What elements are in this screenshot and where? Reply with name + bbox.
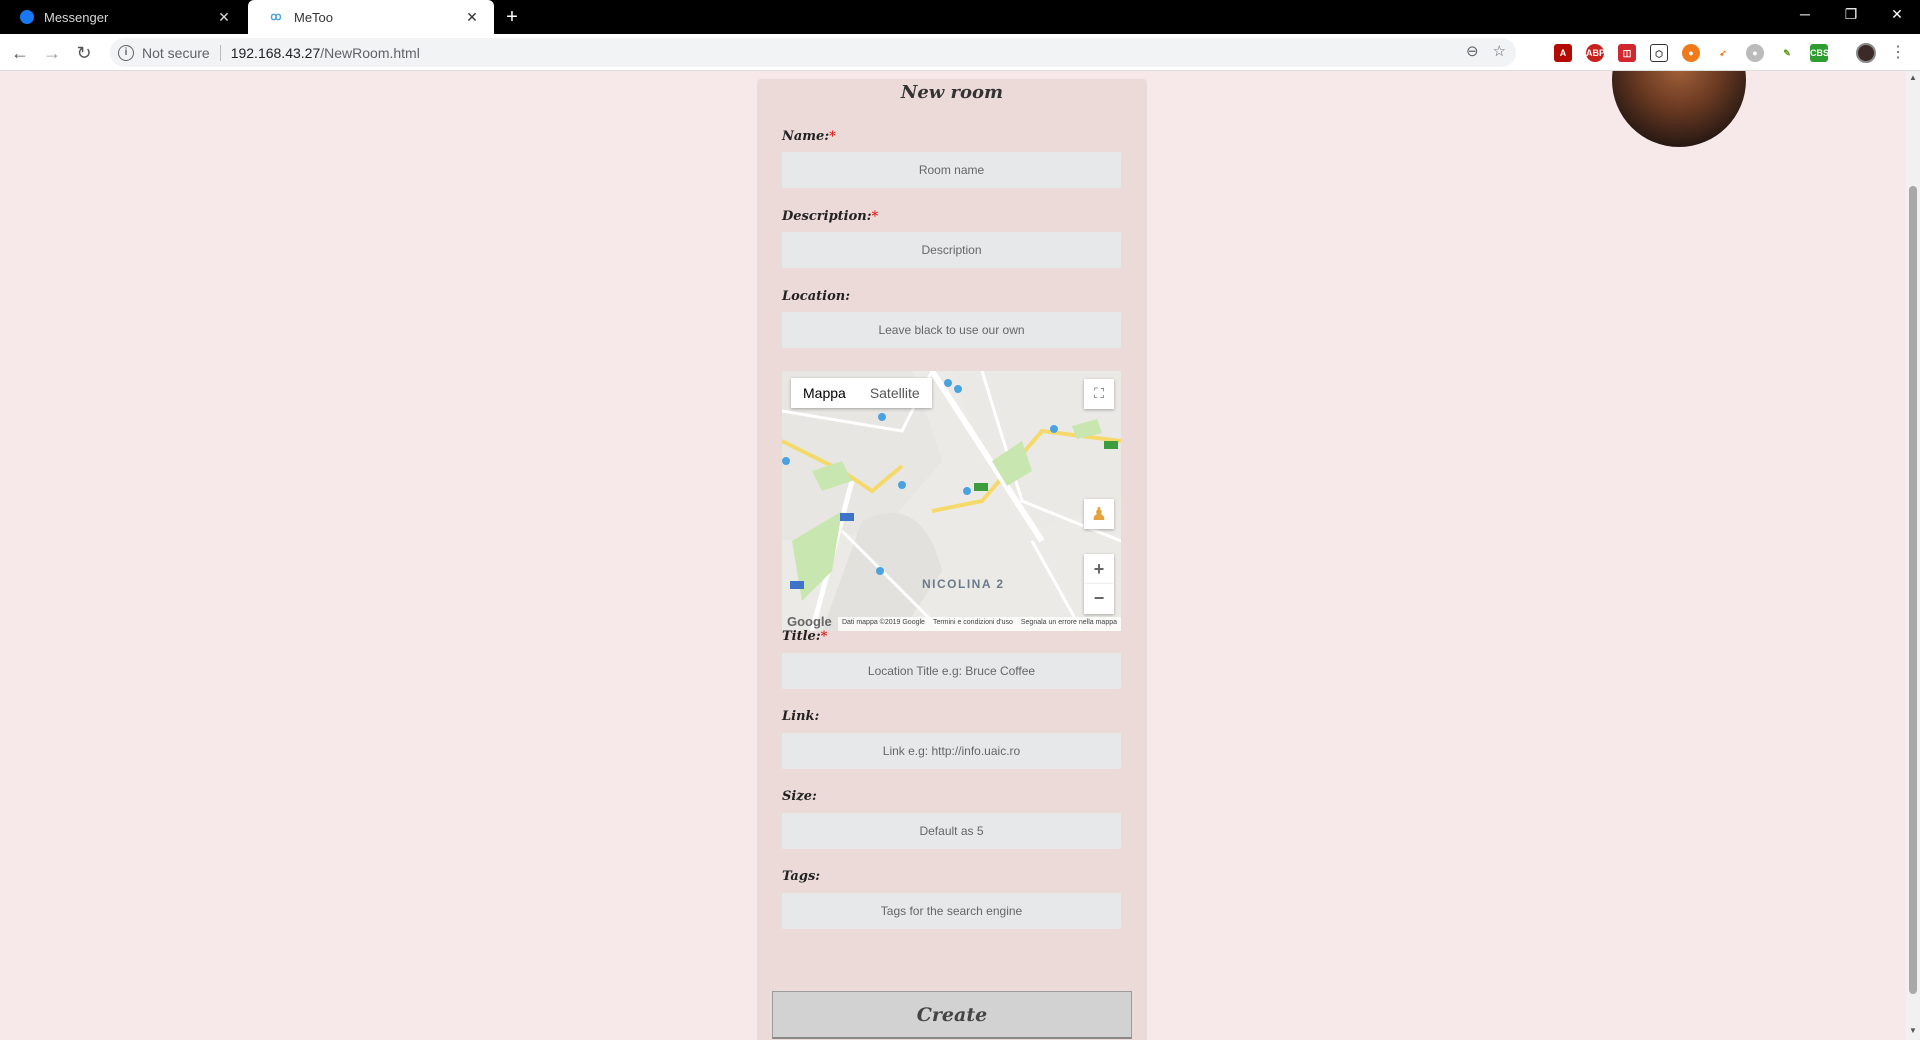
cbs-extension-icon[interactable]: CBS — [1810, 44, 1829, 62]
tab-messenger[interactable]: Messenger ✕ — [0, 0, 246, 34]
user-avatar[interactable] — [1612, 71, 1746, 147]
link-label: Link: — [782, 709, 820, 724]
room-name-input[interactable] — [782, 152, 1121, 188]
size-input[interactable] — [782, 813, 1121, 849]
tags-input[interactable] — [782, 893, 1121, 929]
page-title: New room — [900, 82, 1004, 103]
map-tiles — [782, 371, 1121, 631]
green-extension-icon[interactable]: ✎ — [1778, 44, 1796, 62]
size-label: Size: — [782, 789, 817, 804]
address-bar[interactable]: i Not secure 192.168.43.27/NewRoom.html … — [110, 38, 1516, 67]
profile-avatar[interactable] — [1856, 43, 1876, 63]
fullscreen-icon[interactable]: ⛶ — [1084, 379, 1114, 409]
map-terms-link[interactable]: Termini e condizioni d'uso — [933, 619, 1013, 629]
tab-title: MeToo — [294, 9, 334, 25]
minimize-button[interactable]: ─ — [1782, 0, 1828, 30]
metoo-icon: ꝏ — [270, 11, 282, 23]
window-close-button[interactable]: ✕ — [1874, 0, 1920, 30]
location-label: Location: — [782, 289, 851, 304]
map-data-credit: Dati mappa ©2019 Google — [841, 619, 925, 626]
map-type-satellite-button[interactable]: Satellite — [858, 378, 932, 408]
name-label: Name:* — [782, 129, 836, 144]
title-label: Title:* — [782, 629, 828, 644]
google-logo: Google — [787, 614, 832, 629]
browser-toolbar: ← → ↻ i Not secure 192.168.43.27/NewRoom… — [0, 34, 1920, 71]
description-input[interactable] — [782, 232, 1121, 268]
browser-menu-icon[interactable]: ⋮ — [1890, 42, 1906, 62]
red-extension-icon[interactable]: ◫ — [1618, 44, 1636, 62]
required-mark: * — [820, 629, 828, 644]
zoom-in-button[interactable]: + — [1084, 554, 1114, 584]
url-path: /NewRoom.html — [320, 44, 420, 61]
messenger-icon — [20, 10, 34, 24]
restore-button[interactable]: ❐ — [1828, 0, 1874, 30]
grey-extension-icon[interactable]: ● — [1746, 44, 1764, 62]
map-type-map-button[interactable]: Mappa — [791, 378, 858, 408]
divider — [219, 44, 221, 61]
description-label: Description:* — [782, 209, 879, 224]
tab-metoo[interactable]: ꝏ MeToo ✕ — [248, 0, 494, 34]
orange-extension-icon[interactable]: ● — [1682, 44, 1700, 62]
map-place-label: NICOLINA 2 — [922, 577, 1005, 591]
close-icon[interactable]: ✕ — [464, 9, 480, 26]
cube-extension-icon[interactable]: ⬡ — [1650, 44, 1668, 62]
street-view-pegman-icon[interactable]: ♟ — [1084, 499, 1114, 529]
tab-strip: Messenger ✕ ꝏ MeToo ✕ + ─ ❐ ✕ — [0, 0, 1920, 34]
scroll-up-icon[interactable]: ▲ — [1908, 73, 1918, 82]
location-title-input[interactable] — [782, 653, 1121, 689]
back-button[interactable]: ← — [8, 41, 32, 65]
map-footer: Dati mappa ©2019 Google Termini e condiz… — [837, 617, 1121, 631]
map-type-control: Mappa Satellite — [791, 378, 932, 408]
zoom-out-button[interactable]: − — [1084, 584, 1114, 614]
required-mark: * — [829, 129, 836, 144]
bookmark-star-icon[interactable]: ☆ — [1493, 42, 1506, 60]
scroll-down-icon[interactable]: ▼ — [1908, 1026, 1918, 1035]
location-input[interactable] — [782, 312, 1121, 348]
forward-button[interactable]: → — [40, 41, 64, 65]
scrollbar-thumb[interactable] — [1909, 186, 1917, 994]
new-room-panel: New room Name:* Description:* Location: — [757, 79, 1147, 1040]
new-tab-button[interactable]: + — [500, 5, 524, 29]
required-mark: * — [871, 209, 879, 224]
create-button[interactable]: Create — [772, 991, 1132, 1039]
page-content: New room Name:* Description:* Location: — [0, 71, 1906, 1040]
tab-title: Messenger — [44, 9, 109, 25]
location-map[interactable]: Mappa Satellite ⛶ ♟ + − NICOLINA 2 Googl… — [782, 371, 1121, 631]
fox-extension-icon[interactable]: ➶ — [1714, 44, 1732, 62]
reload-button[interactable]: ↻ — [72, 41, 96, 65]
tags-label: Tags: — [782, 869, 821, 884]
close-icon[interactable]: ✕ — [216, 9, 232, 26]
map-report-link[interactable]: Segnala un errore nella mappa — [1021, 619, 1117, 629]
page-scrollbar[interactable]: ▲ ▼ — [1906, 71, 1920, 1040]
zoom-icon[interactable]: ⊖ — [1466, 42, 1479, 60]
adblock-plus-icon[interactable]: ABP — [1586, 44, 1605, 62]
acrobat-icon[interactable]: A — [1554, 44, 1572, 62]
url-host: 192.168.43.27 — [230, 44, 321, 61]
security-label: Not secure — [142, 44, 210, 61]
info-icon[interactable]: i — [118, 44, 134, 61]
link-input[interactable] — [782, 733, 1121, 769]
